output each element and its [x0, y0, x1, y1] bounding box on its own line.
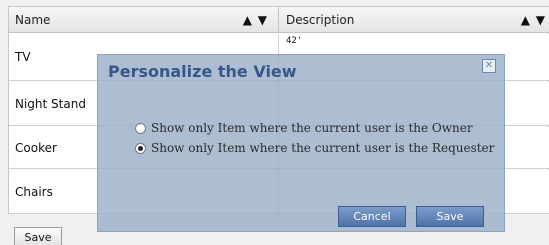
- page: Name ▲ ▼ Description ▲ ▼ TV 42' Night St…: [0, 0, 549, 245]
- option-requester[interactable]: Show only Item where the current user is…: [135, 138, 494, 158]
- table-header: Name ▲ ▼ Description ▲ ▼: [9, 7, 549, 33]
- column-header-description-label: Description: [286, 13, 355, 27]
- dialog-title: Personalize the View: [108, 62, 297, 81]
- view-options: Show only Item where the current user is…: [135, 118, 494, 158]
- cancel-button[interactable]: Cancel: [338, 206, 406, 227]
- close-icon[interactable]: ✕: [482, 59, 496, 73]
- column-header-name-label: Name: [15, 13, 51, 27]
- option-requester-label: Show only Item where the current user is…: [151, 141, 495, 155]
- personalize-view-dialog: Personalize the View ✕ Show only Item wh…: [97, 54, 505, 232]
- option-owner[interactable]: Show only Item where the current user is…: [135, 118, 494, 138]
- sort-arrows-icon[interactable]: ▲ ▼: [521, 7, 546, 33]
- radio-requester[interactable]: [135, 142, 146, 154]
- sort-arrows-icon[interactable]: ▲ ▼: [243, 7, 268, 33]
- radio-owner[interactable]: [135, 122, 146, 134]
- cell-description: 42': [286, 36, 303, 46]
- save-button[interactable]: Save: [14, 227, 62, 245]
- dialog-save-button[interactable]: Save: [416, 206, 484, 227]
- column-header-name[interactable]: Name ▲ ▼: [9, 7, 279, 33]
- option-owner-label: Show only Item where the current user is…: [151, 121, 473, 135]
- column-header-description[interactable]: Description ▲ ▼: [280, 7, 549, 33]
